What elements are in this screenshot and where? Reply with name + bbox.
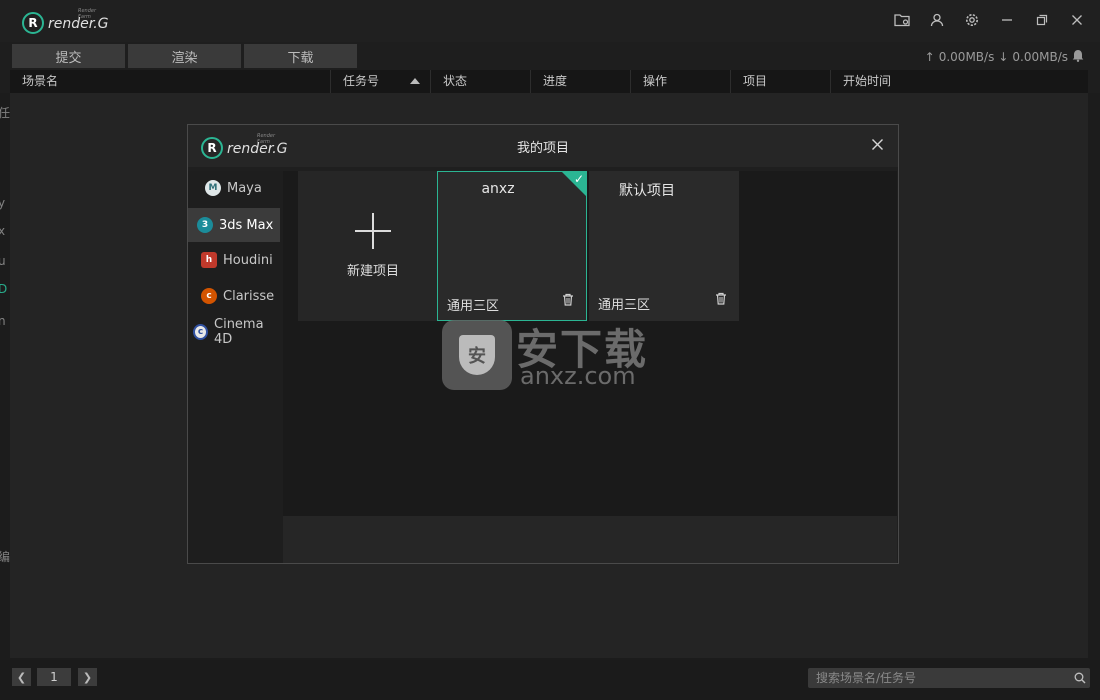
software-item-3dsmax[interactable]: 3 3ds Max: [188, 208, 280, 242]
restore-icon[interactable]: [1032, 10, 1051, 29]
download-arrow-icon: ↓: [998, 50, 1009, 64]
col-task-id-label: 任务号: [343, 74, 380, 88]
project-card-default[interactable]: 默认项目 通用三区: [589, 171, 739, 321]
watermark: 安 安下载 anxz.com: [442, 318, 662, 390]
3dsmax-icon: 3: [197, 217, 213, 233]
software-label: Maya: [227, 180, 262, 196]
tab-render[interactable]: 渲染: [128, 44, 241, 68]
dialog-close-icon[interactable]: [871, 138, 884, 155]
sort-asc-icon[interactable]: [410, 78, 420, 84]
project-name: 默认项目: [619, 183, 675, 199]
tab-download[interactable]: 下载: [244, 44, 357, 68]
folder-settings-icon[interactable]: [892, 10, 911, 29]
logo-r-icon: R: [22, 12, 44, 34]
col-actions[interactable]: 操作: [630, 70, 730, 93]
app-logo: R render.G Render Farm: [22, 8, 109, 34]
trash-icon[interactable]: [715, 292, 727, 309]
software-item-maya[interactable]: M Maya: [188, 171, 280, 205]
dialog-footer: [283, 516, 897, 563]
search-input[interactable]: 搜索场景名/任务号: [808, 668, 1090, 688]
project-region: 通用三区: [598, 298, 651, 313]
project-card-anxz[interactable]: anxz ✓ 通用三区: [437, 171, 587, 321]
software-item-cinema4d[interactable]: c Cinema 4D: [188, 315, 280, 349]
software-label: Houdini: [223, 252, 273, 268]
col-task-id[interactable]: 任务号: [330, 70, 430, 93]
software-item-houdini[interactable]: h Houdini: [188, 243, 280, 277]
software-list: M Maya 3 3ds Max h Houdini c Clarisse c …: [188, 171, 283, 563]
col-start-time[interactable]: 开始时间: [830, 70, 1088, 93]
main-tabs: 提交 渲染 下载: [12, 44, 357, 68]
col-scene-name[interactable]: 场景名: [10, 70, 330, 93]
software-item-clarisse[interactable]: c Clarisse: [188, 279, 280, 313]
table-header: 场景名 任务号 状态 进度 操作 项目 开始时间: [10, 70, 1088, 93]
software-label: 3ds Max: [219, 217, 274, 233]
logo-subtitle: Render Farm: [78, 8, 97, 20]
new-project-card[interactable]: 新建项目: [298, 171, 448, 321]
close-icon[interactable]: [1067, 10, 1086, 29]
prev-page-button[interactable]: ❮: [12, 668, 31, 686]
download-speed: 0.00MB/s: [1012, 50, 1068, 64]
search-icon[interactable]: [1074, 670, 1086, 690]
project-region: 通用三区: [447, 299, 500, 314]
dialog-title: 我的项目: [516, 141, 569, 156]
chevron-right-icon: ❯: [82, 670, 93, 684]
search-placeholder: 搜索场景名/任务号: [816, 671, 917, 685]
title-bar: R render.G Render Farm: [0, 0, 1100, 42]
watermark-shield-text: 安: [459, 335, 495, 375]
minimize-icon[interactable]: [997, 10, 1016, 29]
upload-speed: 0.00MB/s: [938, 50, 995, 64]
new-project-label: 新建项目: [346, 264, 399, 279]
user-icon[interactable]: [927, 10, 946, 29]
col-project[interactable]: 项目: [730, 70, 830, 93]
clarisse-icon: c: [201, 288, 217, 304]
page-number[interactable]: 1: [37, 668, 71, 686]
transfer-speed: ↑ 0.00MB/s ↓ 0.00MB/s: [925, 49, 1084, 65]
chevron-left-icon: ❮: [16, 670, 27, 684]
software-label: Cinema 4D: [214, 317, 264, 347]
next-page-button[interactable]: ❯: [78, 668, 97, 686]
upload-arrow-icon: ↑: [924, 50, 935, 64]
maya-icon: M: [205, 180, 221, 196]
software-label: Clarisse: [223, 288, 275, 304]
bell-icon[interactable]: [1072, 49, 1084, 65]
gear-icon[interactable]: [962, 10, 981, 29]
check-icon: ✓: [573, 172, 584, 186]
tab-submit[interactable]: 提交: [12, 44, 125, 68]
shield-icon: 安: [442, 320, 512, 390]
col-progress[interactable]: 进度: [530, 70, 630, 93]
watermark-url: anxz.com: [520, 362, 636, 390]
project-name: anxz: [481, 181, 515, 197]
plus-icon: [355, 213, 391, 249]
trash-icon[interactable]: [562, 293, 574, 310]
cinema4d-icon: c: [193, 324, 208, 340]
col-status[interactable]: 状态: [430, 70, 530, 93]
houdini-icon: h: [201, 252, 217, 268]
dialog-header: R render.G Render Farm 我的项目: [188, 125, 898, 167]
